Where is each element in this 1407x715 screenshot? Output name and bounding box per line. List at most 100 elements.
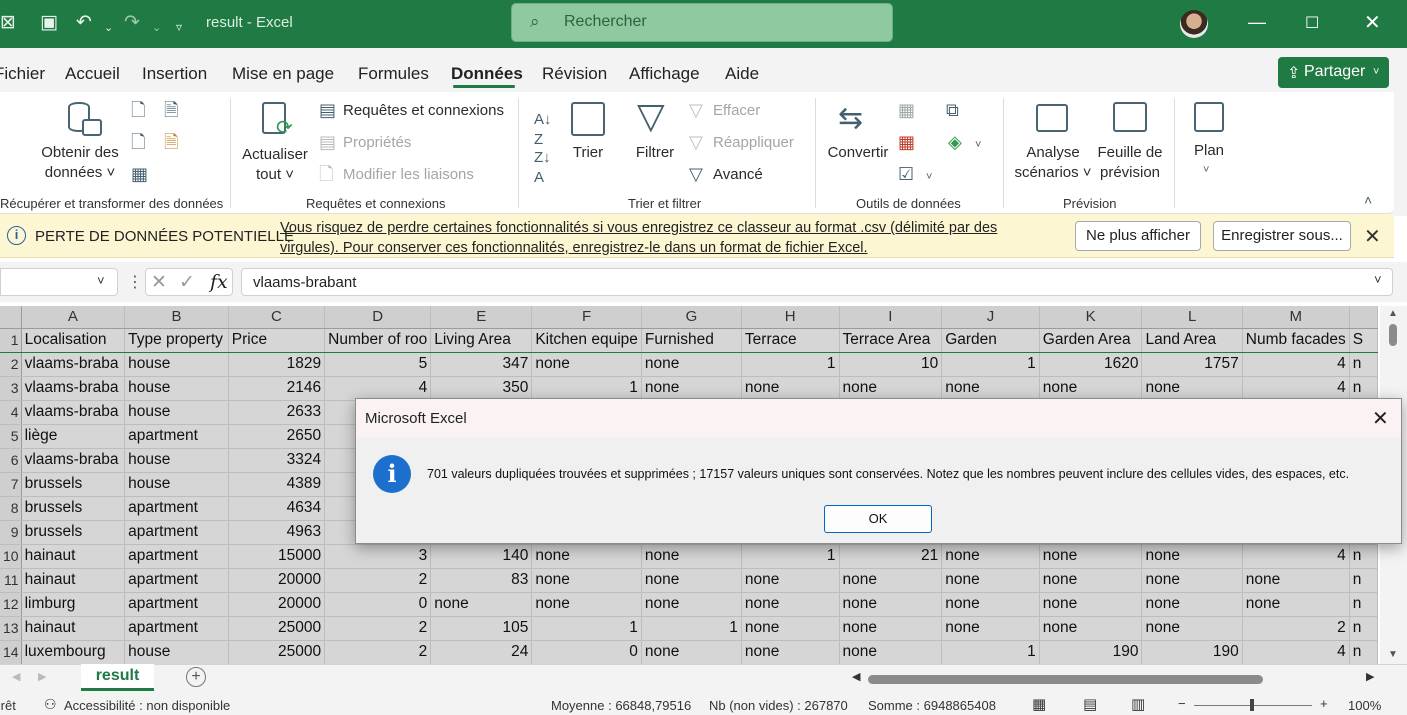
grid-cell[interactable]: apartment bbox=[124, 616, 229, 641]
row-header[interactable]: 8 bbox=[0, 496, 22, 521]
recent-sources-icon[interactable]: 🗎 bbox=[164, 100, 178, 120]
chevron-down-icon[interactable]: ˅ bbox=[926, 167, 932, 187]
grid-cell[interactable]: 4963 bbox=[228, 520, 326, 545]
row-header[interactable]: 12 bbox=[0, 592, 22, 617]
column-header[interactable]: K bbox=[1039, 306, 1143, 329]
scroll-down-icon[interactable]: ▼ bbox=[1388, 649, 1398, 660]
grid-cell[interactable]: none bbox=[839, 616, 943, 641]
grid-cell[interactable]: 1 bbox=[941, 352, 1040, 377]
relationships-icon[interactable]: ⧉ bbox=[946, 100, 959, 120]
accessibility-icon[interactable]: ⚇ bbox=[44, 696, 57, 713]
grid-cell[interactable]: 1 bbox=[741, 544, 840, 569]
what-if-analysis-button[interactable]: Analyse scénarios ˅ bbox=[1011, 143, 1095, 183]
grid-cell[interactable]: none bbox=[1039, 616, 1143, 641]
cancel-icon[interactable]: ✕ bbox=[151, 271, 167, 294]
tab-mise-en-page[interactable]: Mise en page bbox=[232, 64, 334, 84]
grid-cell[interactable]: 2 bbox=[1242, 616, 1350, 641]
grid-cell[interactable]: 0 bbox=[324, 592, 432, 617]
formula-input[interactable]: vlaams-brabant bbox=[241, 268, 1393, 296]
grid-cell[interactable]: brussels bbox=[21, 472, 126, 497]
grid-cell[interactable]: 190 bbox=[1039, 640, 1143, 664]
grid-cell[interactable]: none bbox=[1039, 544, 1143, 569]
grid-cell[interactable]: none bbox=[941, 616, 1040, 641]
grid-cell[interactable]: apartment bbox=[124, 544, 229, 569]
horizontal-scrollbar-thumb[interactable] bbox=[868, 675, 1263, 684]
grid-cell[interactable]: Number of roo bbox=[324, 328, 432, 353]
grid-cell[interactable]: hainaut bbox=[21, 568, 126, 593]
grid-cell[interactable]: 2650 bbox=[228, 424, 326, 449]
grid-cell[interactable]: 2146 bbox=[228, 376, 326, 401]
grid-cell[interactable]: apartment bbox=[124, 496, 229, 521]
grid-cell[interactable]: apartment bbox=[124, 592, 229, 617]
grid-cell[interactable]: 20000 bbox=[228, 592, 326, 617]
grid-cell[interactable]: brussels bbox=[21, 520, 126, 545]
insert-function-button[interactable]: fx bbox=[210, 271, 228, 293]
grid-cell[interactable]: Terrace Area bbox=[839, 328, 943, 353]
grid-cell[interactable]: S bbox=[1349, 328, 1378, 353]
accessibility-status[interactable]: Accessibilité : non disponible bbox=[64, 698, 230, 713]
sort-button[interactable]: Trier bbox=[568, 143, 608, 163]
grid-cell[interactable]: none bbox=[531, 592, 642, 617]
grid-cell[interactable]: 10 bbox=[839, 352, 943, 377]
grid-cell[interactable]: apartment bbox=[124, 520, 229, 545]
row-header[interactable]: 3 bbox=[0, 376, 22, 401]
close-icon[interactable]: ✕ bbox=[1364, 10, 1381, 35]
grid-cell[interactable]: none bbox=[531, 568, 642, 593]
scroll-thumb[interactable] bbox=[1389, 324, 1397, 346]
grid-cell[interactable]: Garden bbox=[941, 328, 1040, 353]
grid-cell[interactable]: vlaams-braba bbox=[21, 400, 126, 425]
status-sum[interactable]: Somme : 6948865408 bbox=[868, 698, 996, 713]
grid-cell[interactable]: 4 bbox=[1242, 376, 1350, 401]
grid-cell[interactable]: vlaams-braba bbox=[21, 448, 126, 473]
next-sheet-icon[interactable]: ▶ bbox=[38, 670, 46, 683]
save-as-button[interactable]: Enregistrer sous... bbox=[1213, 221, 1351, 251]
grid-cell[interactable]: none bbox=[641, 544, 742, 569]
grid-cell[interactable]: 3 bbox=[324, 544, 432, 569]
grid-cell[interactable]: house bbox=[124, 400, 229, 425]
grid-cell[interactable]: 0 bbox=[531, 640, 642, 664]
grid-cell[interactable]: n bbox=[1349, 352, 1378, 377]
grid-cell[interactable]: vlaams-braba bbox=[21, 352, 126, 377]
grid-cell[interactable]: house bbox=[124, 640, 229, 664]
grid-cell[interactable]: Price bbox=[228, 328, 326, 353]
data-validation-icon[interactable]: ☑ bbox=[898, 164, 914, 184]
existing-connections-icon[interactable]: 🗎 bbox=[164, 132, 178, 152]
row-header[interactable]: 5 bbox=[0, 424, 22, 449]
undo-icon[interactable]: ↶ bbox=[76, 11, 92, 35]
grid-cell[interactable]: none bbox=[839, 568, 943, 593]
column-header[interactable] bbox=[1349, 306, 1378, 329]
grid-cell[interactable]: 21 bbox=[839, 544, 943, 569]
grid-cell[interactable]: 2633 bbox=[228, 400, 326, 425]
grid-cell[interactable]: none bbox=[741, 568, 840, 593]
grid-cell[interactable]: house bbox=[124, 448, 229, 473]
row-header[interactable]: 9 bbox=[0, 520, 22, 545]
grid-cell[interactable]: 1 bbox=[531, 616, 642, 641]
add-sheet-icon[interactable]: + bbox=[186, 667, 206, 687]
grid-cell[interactable]: luxembourg bbox=[21, 640, 126, 664]
from-table-icon[interactable]: ▦ bbox=[131, 164, 148, 184]
grid-cell[interactable]: liège bbox=[21, 424, 126, 449]
tab-affichage[interactable]: Affichage bbox=[629, 64, 700, 84]
grid-cell[interactable]: house bbox=[124, 376, 229, 401]
grid-cell[interactable]: 2 bbox=[324, 568, 432, 593]
grid-cell[interactable]: 25000 bbox=[228, 640, 326, 664]
grid-cell[interactable]: none bbox=[941, 544, 1040, 569]
row-header[interactable]: 4 bbox=[0, 400, 22, 425]
tab-fichier[interactable]: Fichier bbox=[0, 64, 45, 84]
column-header[interactable]: E bbox=[430, 306, 533, 329]
column-header[interactable]: I bbox=[839, 306, 943, 329]
grid-cell[interactable]: 1620 bbox=[1039, 352, 1143, 377]
grid-cell[interactable]: none bbox=[839, 376, 943, 401]
column-header[interactable]: C bbox=[228, 306, 326, 329]
save-icon[interactable]: ▣ bbox=[40, 11, 58, 35]
row-header[interactable]: 7 bbox=[0, 472, 22, 497]
sort-desc-icon[interactable]: Z↓ A bbox=[534, 148, 551, 188]
grid-cell[interactable]: 4 bbox=[1242, 640, 1350, 664]
grid-cell[interactable]: Localisation bbox=[21, 328, 126, 353]
grid-cell[interactable]: n bbox=[1349, 592, 1378, 617]
flash-fill-icon[interactable]: ▦ bbox=[898, 100, 915, 120]
grid-cell[interactable]: none bbox=[941, 592, 1040, 617]
grid-cell[interactable]: n bbox=[1349, 544, 1378, 569]
grid-cell[interactable]: none bbox=[1141, 616, 1243, 641]
row-header[interactable]: 13 bbox=[0, 616, 22, 641]
